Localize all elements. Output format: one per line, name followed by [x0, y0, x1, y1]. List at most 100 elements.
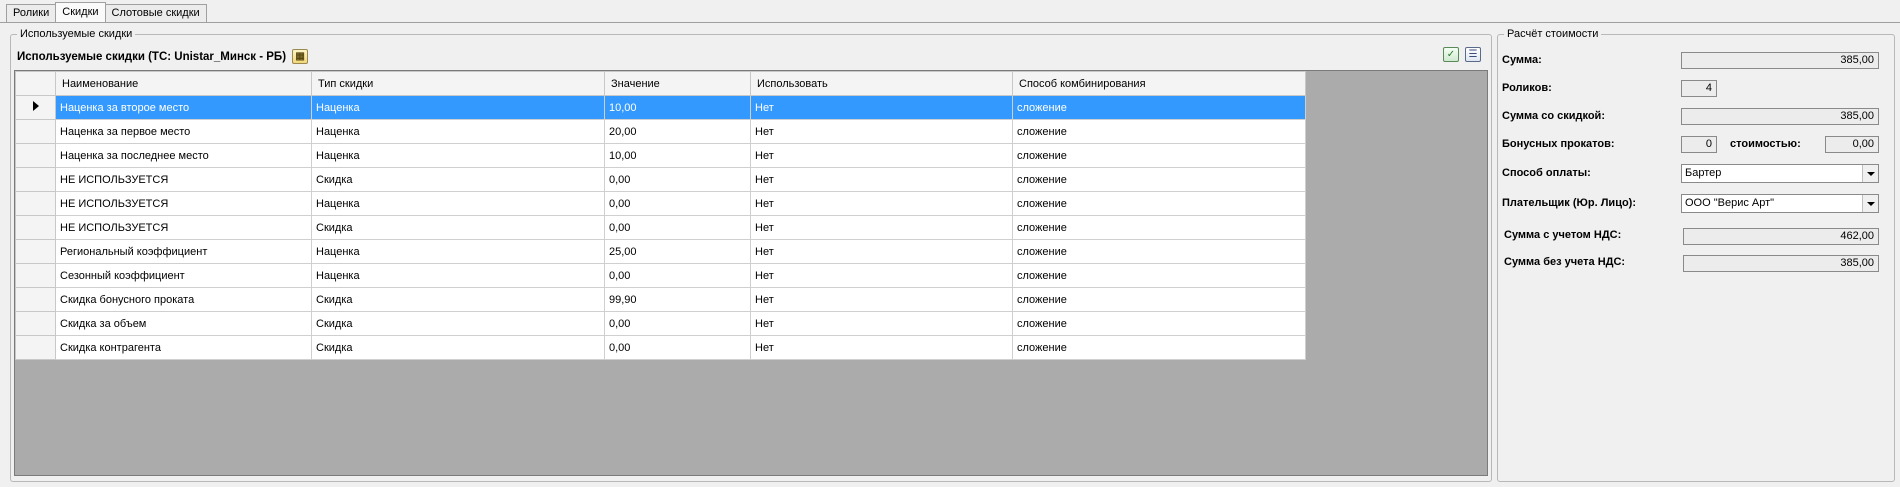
table-row[interactable]: Скидка за объем Скидка 0,00 Нет сложение	[15, 311, 1306, 336]
tab-slot-discounts[interactable]: Слотовые скидки	[104, 4, 207, 22]
cell-use[interactable]: Нет	[750, 287, 1013, 312]
row-header[interactable]	[15, 335, 56, 360]
table-row[interactable]: Скидка контрагента Скидка 0,00 Нет сложение	[15, 335, 1306, 360]
chevron-down-icon[interactable]	[1862, 165, 1878, 182]
vat-sum-label: Сумма с учетом НДС:	[1504, 229, 1622, 241]
cell-name[interactable]: Региональный коэффициент	[55, 239, 312, 264]
card-icon[interactable]: ▦	[292, 49, 309, 64]
cell-use[interactable]: Нет	[750, 239, 1013, 264]
row-header[interactable]	[15, 143, 56, 168]
discounts-grid[interactable]: Наименование Тип скидки Значение Использ…	[14, 70, 1488, 476]
table-row[interactable]: НЕ ИСПОЛЬЗУЕТСЯ Скидка 0,00 Нет сложение	[15, 167, 1306, 192]
cell-name[interactable]: НЕ ИСПОЛЬЗУЕТСЯ	[55, 191, 312, 216]
tab-rolls[interactable]: Ролики	[6, 4, 57, 22]
cell-value[interactable]: 10,00	[604, 95, 751, 120]
table-row[interactable]: Наценка за последнее место Наценка 10,00 Не…	[15, 143, 1306, 168]
cell-value[interactable]: 0,00	[604, 335, 751, 360]
column-header-type[interactable]: Тип скидки	[311, 71, 605, 96]
row-header[interactable]	[15, 239, 56, 264]
cell-type[interactable]: Скидка	[311, 335, 605, 360]
payment-method-value: Бартер	[1685, 167, 1722, 179]
cell-type[interactable]: Скидка	[311, 311, 605, 336]
chevron-down-icon[interactable]	[1862, 195, 1878, 212]
cell-value[interactable]: 0,00	[604, 311, 751, 336]
cell-name[interactable]: Наценка за последнее место	[55, 143, 312, 168]
cell-value[interactable]: 99,90	[604, 287, 751, 312]
table-row[interactable]: Сезонный коэффициент Наценка 0,00 Нет сложен…	[15, 263, 1306, 288]
row-header[interactable]	[15, 215, 56, 240]
cell-use[interactable]: Нет	[750, 335, 1013, 360]
cell-use[interactable]: Нет	[750, 263, 1013, 288]
cell-use[interactable]: Нет	[750, 119, 1013, 144]
cell-value[interactable]: 0,00	[604, 215, 751, 240]
cell-type[interactable]: Скидка	[311, 287, 605, 312]
column-header-value[interactable]: Значение	[604, 71, 751, 96]
payer-select[interactable]: ООО "Верис Арт"	[1681, 194, 1879, 213]
column-header-combine[interactable]: Способ комбинирования	[1012, 71, 1306, 96]
cell-use[interactable]: Нет	[750, 311, 1013, 336]
cell-name[interactable]: НЕ ИСПОЛЬЗУЕТСЯ	[55, 215, 312, 240]
table-row[interactable]: Региональный коэффициент Наценка 25,00 Нет с…	[15, 239, 1306, 264]
row-header-corner[interactable]	[15, 71, 56, 96]
row-header[interactable]	[15, 191, 56, 216]
cell-use[interactable]: Нет	[750, 215, 1013, 240]
row-header[interactable]	[15, 311, 56, 336]
cell-combine[interactable]: сложение	[1012, 167, 1306, 192]
cell-name[interactable]: НЕ ИСПОЛЬЗУЕТСЯ	[55, 167, 312, 192]
row-header[interactable]	[15, 119, 56, 144]
cell-type[interactable]: Скидка	[311, 215, 605, 240]
table-row[interactable]: Наценка за первое место Наценка 20,00 Нет сл…	[15, 119, 1306, 144]
cell-combine[interactable]: сложение	[1012, 191, 1306, 216]
cell-combine[interactable]: сложение	[1012, 143, 1306, 168]
cell-combine[interactable]: сложение	[1012, 239, 1306, 264]
cell-value[interactable]: 0,00	[604, 263, 751, 288]
column-header-use[interactable]: Использовать	[750, 71, 1013, 96]
cell-combine[interactable]: сложение	[1012, 95, 1306, 120]
cell-combine[interactable]: сложение	[1012, 335, 1306, 360]
tab-divider	[0, 22, 1900, 23]
cell-combine[interactable]: сложение	[1012, 119, 1306, 144]
table-row[interactable]: НЕ ИСПОЛЬЗУЕТСЯ Скидка 0,00 Нет сложение	[15, 215, 1306, 240]
cell-value[interactable]: 0,00	[604, 167, 751, 192]
cell-use[interactable]: Нет	[750, 95, 1013, 120]
table-row[interactable]: Наценка за второе место Наценка 10,00 Нет сл…	[15, 95, 1306, 120]
cell-name[interactable]: Скидка за объем	[55, 311, 312, 336]
table-row[interactable]: Скидка бонусного проката Скидка 99,90 Нет сл…	[15, 287, 1306, 312]
cell-use[interactable]: Нет	[750, 143, 1013, 168]
cell-name[interactable]: Скидка бонусного проката	[55, 287, 312, 312]
cell-combine[interactable]: сложение	[1012, 215, 1306, 240]
cell-type[interactable]: Наценка	[311, 95, 605, 120]
payment-method-select[interactable]: Бартер	[1681, 164, 1879, 183]
row-header[interactable]	[15, 263, 56, 288]
cell-value[interactable]: 25,00	[604, 239, 751, 264]
cell-use[interactable]: Нет	[750, 167, 1013, 192]
cell-value[interactable]: 10,00	[604, 143, 751, 168]
table-row[interactable]: НЕ ИСПОЛЬЗУЕТСЯ Наценка 0,00 Нет сложение	[15, 191, 1306, 216]
no-vat-sum-field: 385,00	[1683, 255, 1879, 272]
cell-combine[interactable]: сложение	[1012, 263, 1306, 288]
cell-name[interactable]: Скидка контрагента	[55, 335, 312, 360]
cell-value[interactable]: 20,00	[604, 119, 751, 144]
tab-discounts[interactable]: Скидки	[55, 2, 106, 22]
cell-value[interactable]: 0,00	[604, 191, 751, 216]
cell-type[interactable]: Наценка	[311, 239, 605, 264]
cell-type[interactable]: Наценка	[311, 263, 605, 288]
row-header[interactable]	[15, 287, 56, 312]
cell-type[interactable]: Наценка	[311, 143, 605, 168]
cell-type[interactable]: Наценка	[311, 119, 605, 144]
cell-name[interactable]: Наценка за первое место	[55, 119, 312, 144]
sum-label: Сумма:	[1502, 54, 1542, 66]
cell-type[interactable]: Скидка	[311, 167, 605, 192]
current-row-indicator-icon	[32, 101, 39, 111]
cell-combine[interactable]: сложение	[1012, 287, 1306, 312]
cell-name[interactable]: Сезонный коэффициент	[55, 263, 312, 288]
cell-combine[interactable]: сложение	[1012, 311, 1306, 336]
row-header[interactable]	[15, 95, 56, 120]
cell-type[interactable]: Наценка	[311, 191, 605, 216]
columns-icon[interactable]: ☰	[1465, 47, 1481, 62]
cell-use[interactable]: Нет	[750, 191, 1013, 216]
column-header-name[interactable]: Наименование	[55, 71, 312, 96]
row-header[interactable]	[15, 167, 56, 192]
cell-name[interactable]: Наценка за второе место	[55, 95, 312, 120]
check-list-icon[interactable]: ✓	[1443, 47, 1459, 62]
